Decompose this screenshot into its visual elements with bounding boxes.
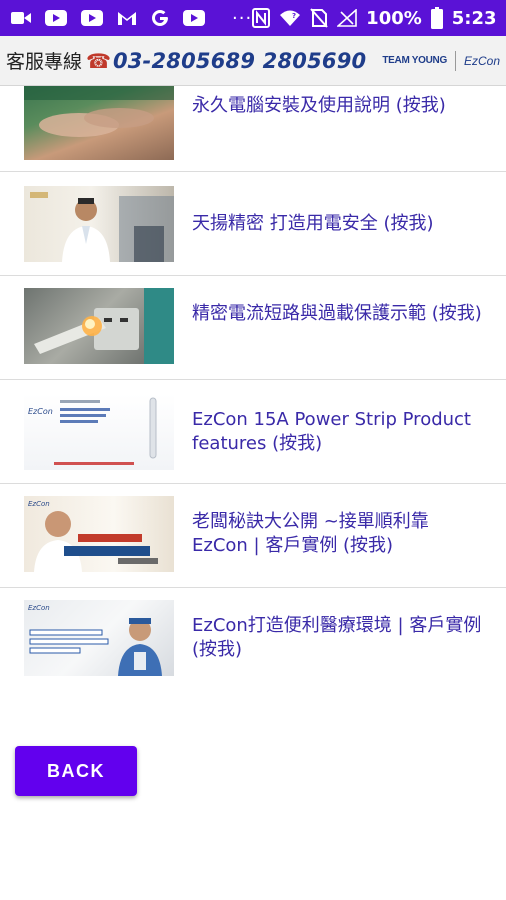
google-icon: [150, 8, 170, 28]
video-list-item[interactable]: 精密電流短路與過載保護示範 (按我): [0, 276, 506, 380]
video-list-item[interactable]: EzCon 老闆秘訣大公開 ~接單順利靠EzCon | 客戶實例 (按我): [0, 484, 506, 588]
video-title: 永久電腦安裝及使用說明 (按我): [192, 95, 446, 116]
phone-icon: ☎: [86, 48, 111, 73]
svg-text:EzCon: EzCon: [28, 407, 53, 416]
youtube-icon: [80, 9, 104, 27]
brand-logos: TEAM YOUNG EzCon: [382, 50, 500, 71]
no-sim-icon: [310, 8, 328, 28]
battery-icon: [430, 7, 443, 29]
video-title: EzCon打造便利醫療環境 | 客戶實例 (按我): [192, 615, 482, 660]
teamyoung-logo: TEAM YOUNG: [382, 55, 447, 66]
youtube-icon: [44, 9, 68, 27]
video-title: EzCon 15A Power Strip Product features (…: [192, 409, 471, 454]
hotline-banner: 客服專線 ☎ 03-2805689 2805690 TEAM YOUNG EzC…: [0, 36, 506, 86]
video-thumbnail: [24, 186, 174, 262]
system-icons: ? 100% 5:23: [252, 7, 497, 29]
video-camera-icon: [10, 10, 32, 26]
signal-icon: [337, 9, 357, 27]
video-thumbnail: EzCon: [24, 394, 174, 470]
battery-percent: 100%: [366, 7, 422, 29]
hotline-label: 客服專線: [6, 51, 83, 73]
video-list[interactable]: 永久電腦安裝及使用說明 (按我) 天揚精密 打造用電安全 (按我) 精密電流短路…: [0, 86, 506, 686]
video-thumbnail: [24, 86, 174, 160]
svg-text:EzCon: EzCon: [28, 500, 50, 508]
video-thumbnail: [24, 288, 174, 364]
video-title: 精密電流短路與過載保護示範 (按我): [192, 303, 482, 324]
wifi-icon: ?: [279, 9, 301, 27]
notification-icons: ···: [10, 8, 252, 29]
youtube-icon: [182, 9, 206, 27]
video-title: 老闆秘訣大公開 ~接單順利靠EzCon | 客戶實例 (按我): [192, 511, 429, 556]
svg-text:EzCon: EzCon: [28, 604, 50, 612]
video-list-item[interactable]: EzCon EzCon打造便利醫療環境 | 客戶實例 (按我): [0, 588, 506, 686]
nfc-icon: [252, 8, 271, 28]
video-list-item[interactable]: 永久電腦安裝及使用說明 (按我): [0, 86, 506, 172]
gmail-icon: [116, 9, 138, 27]
hotline-number[interactable]: 03-2805689 2805690: [113, 49, 366, 73]
back-button[interactable]: BACK: [15, 746, 137, 796]
video-title: 天揚精密 打造用電安全 (按我): [192, 213, 434, 234]
video-thumbnail: EzCon: [24, 600, 174, 676]
more-notifications-icon: ···: [232, 7, 253, 29]
ezcon-logo: EzCon: [463, 53, 500, 68]
video-list-item[interactable]: 天揚精密 打造用電安全 (按我): [0, 172, 506, 276]
clock: 5:23: [451, 7, 497, 29]
status-bar: ··· ? 100% 5:23: [0, 0, 506, 36]
video-thumbnail: EzCon: [24, 496, 174, 572]
logo-divider: [454, 50, 456, 71]
video-list-item[interactable]: EzCon EzCon 15A Power Strip Product feat…: [0, 380, 506, 484]
svg-text:?: ?: [292, 12, 296, 20]
